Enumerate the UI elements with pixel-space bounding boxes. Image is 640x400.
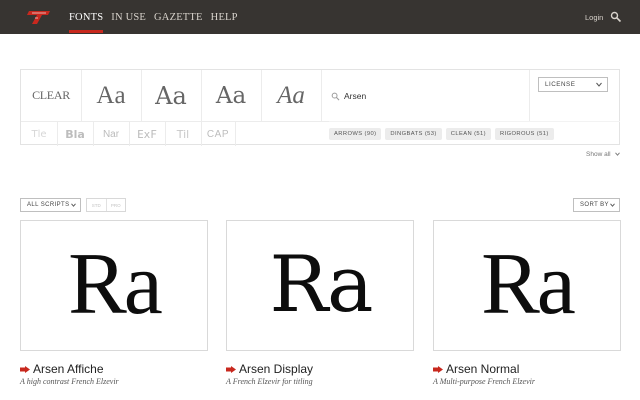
tag-clean[interactable]: CLEAN (51) (445, 128, 491, 140)
clear-filters-button[interactable]: CLEAR (21, 70, 81, 121)
font-card-arsen-affiche[interactable]: Ra (20, 220, 208, 351)
top-navigation-bar: FONTS IN USE GAZETTE HELP Login (0, 0, 640, 34)
divider (321, 70, 322, 121)
font-description: A high contrast French Elzevir (20, 377, 119, 386)
chevron-down-icon (71, 203, 76, 207)
font-name: Arsen Normal (446, 362, 520, 376)
site-logo-icon[interactable] (26, 9, 52, 25)
nav-in-use[interactable]: IN USE (111, 0, 146, 34)
font-card-arsen-normal[interactable]: Ra (433, 220, 621, 351)
filter-panel: CLEAR Aa Aa Aa Aa Tle Bla Nar ExF Til CA… (20, 69, 620, 146)
font-card-arsen-display[interactable]: Ra (226, 220, 414, 351)
style-filter-sans[interactable]: Aa (141, 70, 201, 121)
font-name-link[interactable]: Arsen Normal (433, 362, 519, 376)
license-dropdown[interactable]: LICENSE (538, 77, 608, 92)
font-search (331, 88, 521, 104)
tag-dingbats[interactable]: DINGBATS (53) (385, 128, 442, 140)
main-nav: FONTS IN USE GAZETTE HELP (69, 0, 246, 34)
font-description: A French Elzevir for titling (226, 377, 313, 386)
scripts-label: ALL SCRIPTS (27, 202, 70, 208)
font-name: Arsen Affiche (33, 362, 104, 376)
pointing-hand-icon (20, 365, 30, 373)
divider (329, 121, 620, 122)
style-filter-slab[interactable]: Aa (201, 70, 261, 121)
tag-list: ARROWS (90) DINGBATS (53) CLEAN (51) RIG… (329, 128, 558, 140)
tag-rigorous[interactable]: RIGOROUS (51) (494, 128, 554, 140)
font-name: Arsen Display (239, 362, 314, 376)
format-toggle: STD PRO (86, 198, 126, 212)
scripts-dropdown[interactable]: ALL SCRIPTS (20, 198, 81, 212)
chevron-down-icon (615, 152, 621, 156)
show-all-label: Show all (586, 151, 611, 158)
style-filter-serif[interactable]: Aa (81, 70, 141, 121)
font-search-input[interactable] (344, 91, 504, 101)
pointing-hand-icon (433, 365, 443, 373)
login-link[interactable]: Login (585, 13, 603, 22)
chevron-down-icon (596, 82, 602, 87)
search-icon (331, 92, 340, 100)
style-filter-script[interactable]: Aa (261, 70, 321, 121)
substyle-filter-caps[interactable]: CAP (201, 122, 235, 146)
chevron-down-icon (610, 203, 615, 207)
font-sample: Ra (481, 236, 576, 333)
sort-label: SORT BY (580, 202, 609, 208)
substyle-filter-extended[interactable]: ExF (129, 122, 165, 146)
pointing-hand-icon (226, 365, 236, 373)
nav-fonts[interactable]: FONTS (69, 0, 104, 34)
search-icon[interactable] (610, 11, 622, 23)
font-name-link[interactable]: Arsen Affiche (20, 362, 104, 376)
substyle-filter-thin[interactable]: Tle (21, 122, 57, 146)
nav-gazette[interactable]: GAZETTE (154, 0, 203, 34)
font-description: A Multi-purpose French Elzevir (433, 377, 535, 386)
font-sample: Ra (68, 236, 163, 333)
font-name-link[interactable]: Arsen Display (226, 362, 313, 376)
sort-dropdown[interactable]: SORT BY (573, 198, 620, 212)
font-sample: Ra (269, 240, 373, 330)
substyle-filter-titling[interactable]: Til (165, 122, 201, 146)
format-std-button[interactable]: STD (87, 199, 106, 211)
divider (235, 122, 236, 146)
show-all-toggle[interactable]: Show all (586, 151, 621, 158)
substyle-filter-narrow[interactable]: Nar (93, 122, 129, 146)
license-label: LICENSE (545, 81, 576, 88)
tag-arrows[interactable]: ARROWS (90) (329, 128, 382, 140)
substyle-filter-black[interactable]: Bla (57, 122, 93, 146)
format-pro-button[interactable]: PRO (105, 199, 126, 211)
divider (529, 70, 530, 121)
nav-help[interactable]: HELP (211, 0, 238, 34)
